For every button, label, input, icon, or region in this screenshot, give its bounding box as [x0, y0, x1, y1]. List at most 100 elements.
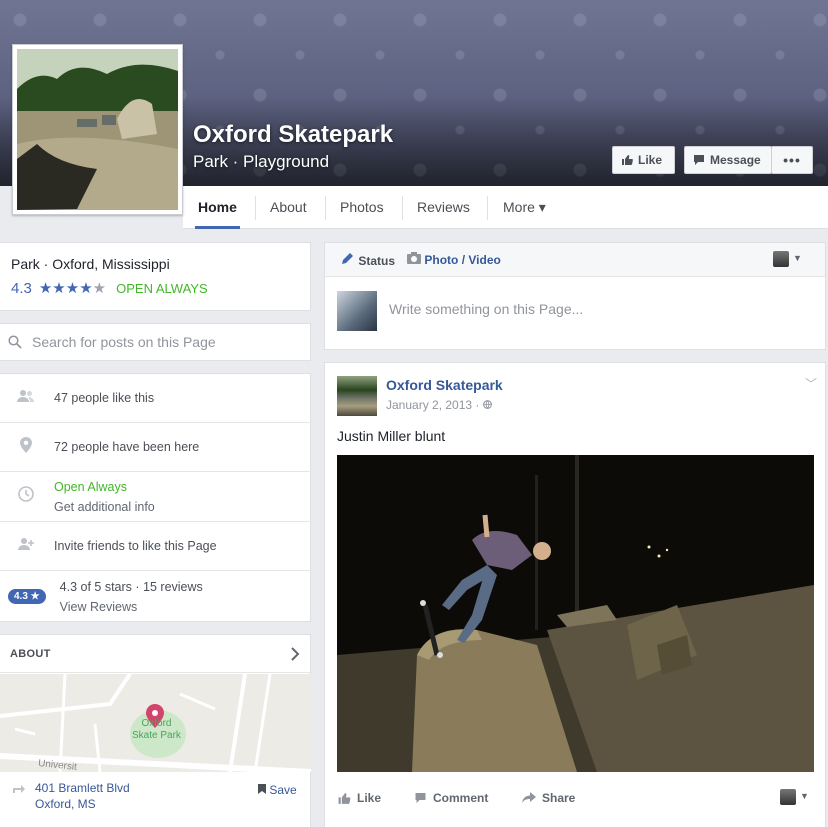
- composer-tabs: Status Photo / Video: [325, 243, 825, 277]
- rating-badge: 4.3 ★: [8, 589, 46, 604]
- globe-icon: [482, 400, 492, 409]
- chevron-down-icon[interactable]: ▼: [800, 791, 809, 801]
- save-location-button[interactable]: Save: [258, 783, 297, 797]
- feed-post: Oxford Skatepark January 2, 2013 · ﹀ Jus…: [324, 362, 826, 827]
- more-options-button[interactable]: •••: [771, 146, 813, 174]
- post-comment-button[interactable]: Comment: [414, 791, 488, 805]
- page-tabs: Home About Photos Reviews More ▾: [183, 186, 828, 229]
- reviews-summary: 4.3 of 5 stars · 15 reviews: [59, 579, 203, 594]
- profile-picture[interactable]: [12, 44, 183, 215]
- share-label: Share: [542, 791, 576, 805]
- location-pin-icon: [16, 436, 36, 458]
- tab-reviews[interactable]: Reviews: [414, 186, 473, 229]
- map-label-line2: Skate Park: [132, 730, 181, 741]
- invite-row[interactable]: Invite friends to like this Page: [0, 522, 311, 571]
- location-map[interactable]: Oxford Skate Park Universit: [0, 674, 311, 772]
- message-button-label: Message: [710, 153, 761, 167]
- post-date[interactable]: January 2, 2013 ·: [386, 398, 492, 412]
- tab-divider: [487, 196, 488, 220]
- tab-divider: [402, 196, 403, 220]
- like-button-label: Like: [638, 153, 663, 167]
- post-date-text: January 2, 2013 ·: [386, 398, 483, 412]
- post-photo[interactable]: [337, 455, 814, 772]
- view-reviews-link[interactable]: View Reviews: [60, 600, 138, 614]
- people-icon: [16, 389, 36, 408]
- message-icon: [694, 155, 704, 165]
- skatepark-thumbnail: [17, 49, 178, 210]
- directions-icon: [13, 785, 25, 793]
- clock-icon: [16, 486, 36, 507]
- checkins-count: 72 people have been here: [54, 440, 200, 454]
- search-icon: [8, 335, 22, 349]
- additional-info-link[interactable]: Get additional info: [54, 500, 155, 514]
- post-options-chevron-icon[interactable]: ﹀: [805, 375, 817, 392]
- acting-as-avatar[interactable]: [773, 251, 789, 267]
- page-category: Park · Playground: [193, 152, 330, 171]
- composer-input[interactable]: Write something on this Page...: [389, 301, 583, 317]
- post-author-avatar[interactable]: [337, 376, 377, 416]
- page-stats-card: 47 people like this 72 people have been …: [0, 373, 311, 622]
- save-label: Save: [269, 783, 297, 797]
- composer-avatar: [337, 291, 377, 331]
- ellipsis-icon: •••: [783, 152, 801, 168]
- rating-row[interactable]: 4.3 ★★★★★ OPEN ALWAYS: [11, 279, 299, 298]
- thumbs-up-icon: [622, 155, 633, 165]
- address-line-2[interactable]: Oxford, MS: [35, 796, 130, 812]
- address-text[interactable]: 401 Bramlett Blvd Oxford, MS: [35, 780, 130, 812]
- map-place-label: Oxford Skate Park: [132, 718, 181, 742]
- chevron-down-icon[interactable]: ▼: [793, 253, 802, 263]
- checkins-row[interactable]: 72 people have been here: [0, 423, 311, 472]
- post-caption: Justin Miller blunt: [337, 428, 446, 444]
- profile-picture-image: [17, 49, 178, 210]
- photo-video-tab[interactable]: Photo / Video: [407, 252, 501, 267]
- category-location: Park · Oxford, Mississippi: [11, 256, 170, 272]
- tab-photos[interactable]: Photos: [337, 186, 387, 229]
- chevron-right-icon[interactable]: [290, 646, 300, 661]
- share-icon: [522, 792, 536, 803]
- thumbs-up-icon: [338, 792, 351, 804]
- camera-icon: [407, 252, 422, 264]
- address-row: 401 Bramlett Blvd Oxford, MS Save: [0, 780, 311, 812]
- likes-count: 47 people like this: [54, 391, 155, 405]
- about-header[interactable]: ABOUT: [0, 635, 310, 673]
- tab-more[interactable]: More ▾: [500, 186, 549, 229]
- photo-video-label: Photo / Video: [424, 253, 501, 267]
- search-input[interactable]: Search for posts on this Page: [32, 334, 216, 350]
- post-author-name[interactable]: Oxford Skatepark: [386, 377, 503, 393]
- hours-text: Open Always Get additional info: [54, 477, 155, 517]
- map-label-line1: Oxford: [141, 718, 172, 729]
- about-card: ABOUT Oxford Skate Park Universit 401 Br…: [0, 634, 311, 827]
- tab-divider: [255, 196, 256, 220]
- page-title[interactable]: Oxford Skatepark: [193, 121, 393, 149]
- like-page-button[interactable]: Like: [612, 146, 675, 174]
- post-like-button[interactable]: Like: [337, 791, 381, 805]
- rating-value: 4.3: [11, 279, 32, 297]
- tab-home[interactable]: Home: [195, 186, 240, 229]
- comment-label: Comment: [433, 791, 489, 805]
- hours-status: OPEN ALWAYS: [116, 280, 208, 296]
- star-rating-icon: ★★★★★: [38, 280, 107, 297]
- reviews-text: 4.3 of 5 stars · 15 reviews View Reviews: [60, 577, 203, 617]
- tab-about[interactable]: About: [267, 186, 310, 229]
- address-line-1[interactable]: 401 Bramlett Blvd: [35, 780, 130, 796]
- post-share-button[interactable]: Share: [522, 791, 575, 805]
- reviews-row[interactable]: 4.3 ★ 4.3 of 5 stars · 15 reviews View R…: [0, 571, 311, 622]
- skater-photo-illustration: [337, 455, 814, 772]
- add-person-icon: [16, 537, 36, 556]
- about-heading: ABOUT: [10, 647, 51, 660]
- post-composer: Status Photo / Video ▼ Write something o…: [324, 242, 826, 350]
- status-tab[interactable]: Status: [341, 251, 395, 268]
- page-info-card: Park · Oxford, Mississippi 4.3 ★★★★★ OPE…: [0, 242, 311, 311]
- comment-icon: [415, 793, 426, 803]
- likes-row[interactable]: 47 people like this: [0, 374, 311, 423]
- like-label: Like: [357, 791, 382, 805]
- invite-friends-link[interactable]: Invite friends to like this Page: [54, 536, 217, 556]
- hours-row[interactable]: Open Always Get additional info: [0, 472, 311, 522]
- bookmark-icon: [258, 784, 266, 794]
- tab-divider: [325, 196, 326, 220]
- reaction-avatar[interactable]: [780, 789, 796, 805]
- hours-open-status[interactable]: Open Always: [54, 480, 127, 494]
- message-button[interactable]: Message: [684, 146, 772, 174]
- pencil-icon: [342, 253, 353, 264]
- search-posts-box[interactable]: Search for posts on this Page: [0, 323, 311, 361]
